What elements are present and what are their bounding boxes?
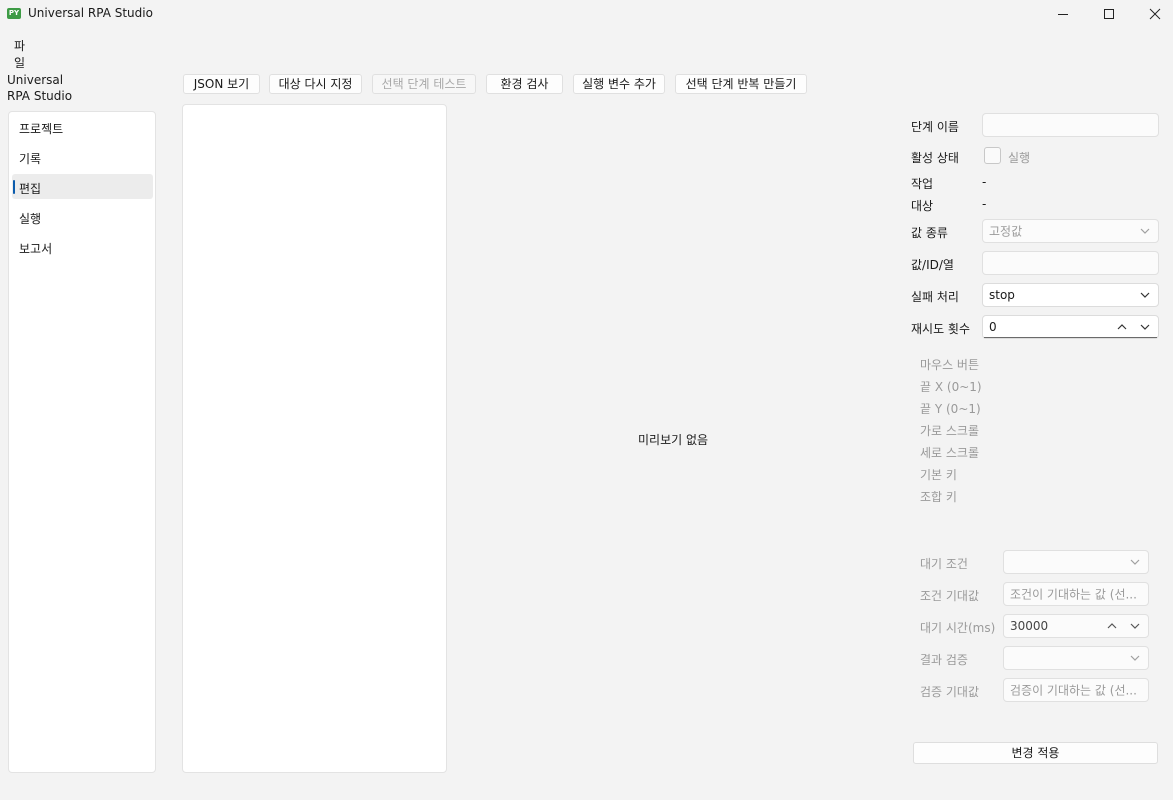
step-list[interactable] bbox=[182, 104, 447, 773]
test-step-button[interactable]: 선택 단계 테스트 bbox=[372, 74, 476, 94]
end-y-label: 끝 Y (0~1) bbox=[920, 402, 981, 416]
vscroll-label: 세로 스크롤 bbox=[920, 446, 980, 460]
hscroll-label: 가로 스크롤 bbox=[920, 424, 980, 438]
title-bar: PY Universal RPA Studio bbox=[0, 0, 1173, 28]
wait-time-value: 30000 bbox=[1010, 619, 1049, 633]
value-type-select[interactable]: 고정값 bbox=[982, 219, 1159, 243]
wait-time-label: 대기 시간(ms) bbox=[920, 621, 996, 635]
window-title: Universal RPA Studio bbox=[28, 6, 153, 20]
preview-empty-text: 미리보기 없음 bbox=[638, 433, 709, 447]
maximize-button[interactable] bbox=[1086, 0, 1132, 28]
verify-result-select[interactable] bbox=[1003, 646, 1149, 670]
chevron-down-icon[interactable] bbox=[1130, 623, 1140, 629]
active-state-label: 활성 상태 bbox=[911, 151, 959, 165]
sidebar-item-run[interactable]: 실행 bbox=[12, 204, 153, 229]
brand-line-2: RPA Studio bbox=[7, 89, 73, 103]
verify-result-label: 결과 검증 bbox=[920, 653, 968, 667]
maximize-icon bbox=[1104, 9, 1114, 19]
chevron-down-icon bbox=[1130, 655, 1140, 661]
close-button[interactable] bbox=[1132, 0, 1173, 28]
value-id-column-field[interactable] bbox=[982, 251, 1159, 275]
retry-count-value: 0 bbox=[989, 320, 997, 334]
value-id-column-label: 값/ID/열 bbox=[911, 258, 954, 272]
menu-file[interactable]: 파일 bbox=[14, 37, 25, 71]
chevron-up-icon[interactable] bbox=[1117, 324, 1127, 330]
apply-changes-button[interactable]: 변경 적용 bbox=[913, 742, 1158, 764]
failure-handling-select[interactable]: stop bbox=[982, 283, 1159, 307]
sidebar-item-project[interactable]: 프로젝트 bbox=[12, 114, 153, 139]
active-checkbox-label: 실행 bbox=[1008, 151, 1031, 165]
focus-underline bbox=[984, 337, 1157, 338]
active-indicator bbox=[13, 180, 15, 194]
minimize-button[interactable] bbox=[1040, 0, 1086, 28]
value-type-value: 고정값 bbox=[989, 224, 1023, 239]
brand-line-1: Universal bbox=[7, 73, 64, 87]
sidebar-item-label: 기록 bbox=[19, 152, 42, 166]
chevron-down-icon bbox=[1140, 292, 1150, 298]
retry-count-spinbox[interactable]: 0 bbox=[982, 315, 1159, 339]
sidebar-item-edit[interactable]: 편집 bbox=[12, 174, 153, 199]
end-x-label: 끝 X (0~1) bbox=[920, 380, 982, 394]
sidebar-item-label: 프로젝트 bbox=[19, 122, 64, 136]
sidebar-item-label: 편집 bbox=[19, 182, 42, 196]
condition-expected-label: 조건 기대값 bbox=[920, 589, 980, 603]
retarget-button[interactable]: 대상 다시 지정 bbox=[269, 74, 362, 94]
app-logo-icon: PY bbox=[7, 8, 21, 19]
make-loop-button[interactable]: 선택 단계 반복 만들기 bbox=[675, 74, 807, 94]
minimize-icon bbox=[1058, 14, 1068, 15]
action-value: - bbox=[982, 175, 987, 189]
condition-expected-placeholder: 조건이 기대하는 값 (선... bbox=[1010, 587, 1137, 602]
sidebar-item-record[interactable]: 기록 bbox=[12, 144, 153, 169]
step-name-field[interactable] bbox=[982, 113, 1159, 137]
wait-condition-select[interactable] bbox=[1003, 550, 1149, 574]
verify-expected-input[interactable]: 검증이 기대하는 값 (선... bbox=[1003, 678, 1149, 702]
sidebar-item-label: 실행 bbox=[19, 212, 42, 226]
target-label: 대상 bbox=[911, 199, 934, 213]
chevron-down-icon bbox=[1130, 559, 1140, 565]
sidebar-item-report[interactable]: 보고서 bbox=[12, 234, 153, 259]
sidebar: 프로젝트 기록 편집 실행 보고서 bbox=[8, 111, 156, 773]
chevron-up-icon[interactable] bbox=[1107, 623, 1117, 629]
failure-handling-value: stop bbox=[989, 288, 1015, 302]
wait-condition-label: 대기 조건 bbox=[920, 557, 968, 571]
step-name-label: 단계 이름 bbox=[911, 120, 959, 134]
close-icon bbox=[1149, 8, 1161, 20]
action-label: 작업 bbox=[911, 177, 934, 191]
json-view-button[interactable]: JSON 보기 bbox=[183, 74, 260, 94]
mouse-button-label: 마우스 버튼 bbox=[920, 358, 980, 372]
retry-count-label: 재시도 횟수 bbox=[911, 322, 971, 336]
env-check-button[interactable]: 환경 검사 bbox=[486, 74, 563, 94]
chevron-down-icon[interactable] bbox=[1140, 324, 1150, 330]
combo-key-label: 조합 키 bbox=[920, 490, 957, 504]
failure-handling-label: 실패 처리 bbox=[911, 290, 959, 304]
base-key-label: 기본 키 bbox=[920, 468, 957, 482]
active-checkbox[interactable] bbox=[984, 147, 1001, 164]
target-value: - bbox=[982, 197, 987, 211]
verify-expected-label: 검증 기대값 bbox=[920, 685, 980, 699]
wait-time-spinbox[interactable]: 30000 bbox=[1003, 614, 1149, 638]
condition-expected-input[interactable]: 조건이 기대하는 값 (선... bbox=[1003, 582, 1149, 606]
value-type-label: 값 종류 bbox=[911, 226, 948, 240]
sidebar-item-label: 보고서 bbox=[19, 242, 53, 256]
add-variable-button[interactable]: 실행 변수 추가 bbox=[573, 74, 665, 94]
verify-expected-placeholder: 검증이 기대하는 값 (선... bbox=[1010, 683, 1137, 698]
brand-title: Universal RPA Studio bbox=[7, 72, 87, 104]
chevron-down-icon bbox=[1140, 228, 1150, 234]
